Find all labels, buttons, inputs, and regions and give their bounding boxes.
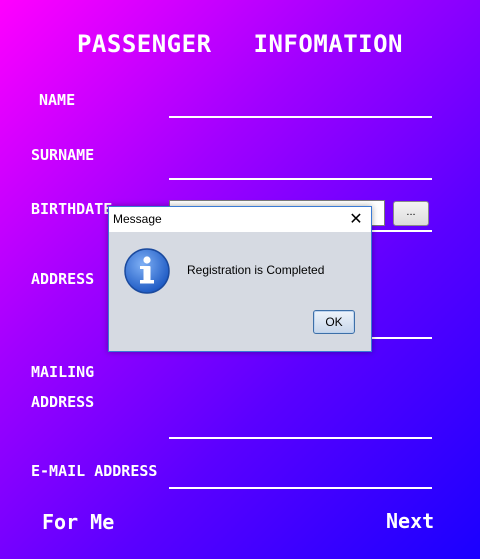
title-part-2: INFOMATION bbox=[253, 30, 404, 58]
surname-field[interactable] bbox=[169, 178, 432, 180]
close-icon[interactable]: ✕ bbox=[345, 208, 367, 230]
mailing-label-line-1: MAILING bbox=[31, 363, 95, 381]
email-field[interactable] bbox=[169, 487, 432, 489]
message-dialog: Message ✕ Registration is Completed OK bbox=[108, 206, 372, 352]
name-label: NAME bbox=[39, 91, 76, 109]
next-button[interactable]: Next bbox=[386, 509, 434, 533]
dialog-message: Registration is Completed bbox=[187, 263, 325, 277]
surname-label: SURNAME bbox=[31, 146, 95, 164]
mailing-address-field[interactable] bbox=[169, 437, 432, 439]
date-picker-button[interactable]: ... bbox=[393, 201, 429, 226]
dialog-titlebar[interactable]: Message ✕ bbox=[109, 207, 371, 232]
info-icon bbox=[124, 248, 170, 294]
birthdate-label: BIRTHDATE bbox=[31, 200, 113, 218]
email-label: E-MAIL ADDRESS bbox=[31, 462, 158, 480]
name-field[interactable] bbox=[169, 116, 432, 118]
ok-button[interactable]: OK bbox=[313, 310, 355, 334]
address-label: ADDRESS bbox=[31, 270, 95, 288]
title-part-1: PASSENGER bbox=[76, 30, 212, 58]
for-me-button[interactable]: For Me bbox=[42, 510, 114, 534]
mailing-label-line-2: ADDRESS bbox=[31, 393, 95, 411]
page-title: PASSENGER INFOMATION bbox=[0, 30, 480, 58]
dialog-title: Message bbox=[113, 212, 162, 226]
